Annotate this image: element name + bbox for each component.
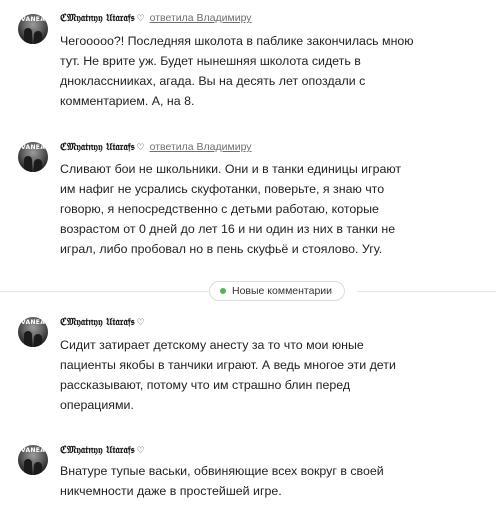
avatar[interactable]: VANEA — [18, 142, 48, 172]
new-comments-label: Новые комментарии — [232, 285, 333, 297]
avatar-figure — [34, 462, 42, 475]
avatar-tag: VANEA — [21, 16, 46, 23]
comment-header: ℭ𝔐𝔶𝔞𝔱𝔫𝔶𝔶 𝔘𝔱𝔞𝔯𝔞𝔣𝔰 ♡ ответила Владимиру — [60, 139, 252, 155]
comment-line: пациенты якобы в танчики играют. А ведь … — [60, 358, 396, 372]
comment-line: комментарием. А, на 8. — [60, 94, 195, 108]
comment-text: Чегооооо?! Последняя школота в паблике з… — [60, 31, 480, 111]
avatar-figure — [24, 459, 32, 475]
comment-line: Внатуре тупые васьки, обвиняющие всех во… — [60, 464, 384, 478]
comment-line: им нафиг не усрались скуфотанки, поверьт… — [60, 182, 385, 196]
author-name[interactable]: ℭ𝔐𝔶𝔞𝔱𝔫𝔶𝔶 𝔘𝔱𝔞𝔯𝔞𝔣𝔰 — [60, 13, 135, 24]
new-indicator-dot — [220, 288, 226, 294]
comment-header: ℭ𝔐𝔶𝔞𝔱𝔫𝔶𝔶 𝔘𝔱𝔞𝔯𝔞𝔣𝔰 ♡ — [60, 442, 147, 458]
avatar-tag: VANEA — [21, 144, 46, 151]
reply-to-link[interactable]: ответила Владимиру — [150, 141, 252, 153]
heart-icon: ♡ — [136, 141, 145, 152]
avatar[interactable]: VANEA — [18, 317, 48, 347]
comment-line: возрастом от 0 дней до лет 16 и ни один … — [60, 222, 396, 236]
avatar-figure — [34, 31, 42, 44]
avatar-tag: VANEA — [21, 447, 46, 454]
avatar[interactable]: VANEA — [18, 14, 48, 44]
comment-header: ℭ𝔐𝔶𝔞𝔱𝔫𝔶𝔶 𝔘𝔱𝔞𝔯𝔞𝔣𝔰 ♡ — [60, 314, 147, 330]
avatar-tag: VANEA — [21, 319, 46, 326]
comment-line: говорю, я непосредственно с детьми работ… — [60, 202, 379, 216]
avatar-figure — [34, 334, 42, 347]
comment-line: рассказывают, потому что им страшно блин… — [60, 378, 351, 392]
comment-line: никчемности даже в простейшей игре. — [60, 484, 282, 498]
avatar-figure — [24, 156, 32, 172]
comment-text: Внатуре тупые васьки, обвиняющие всех во… — [60, 461, 480, 501]
heart-icon: ♡ — [136, 12, 145, 23]
comment-line: Сидит затирает детскому анесту за то что… — [60, 338, 364, 352]
comment-line: Сливают бои не школьники. Они и в танки … — [60, 162, 402, 176]
comment-line: днокласснииках, агада. Вы на десять лет … — [60, 74, 366, 88]
new-comments-pill[interactable]: Новые комментарии — [209, 281, 346, 301]
heart-icon: ♡ — [136, 444, 145, 455]
author-name[interactable]: ℭ𝔐𝔶𝔞𝔱𝔫𝔶𝔶 𝔘𝔱𝔞𝔯𝔞𝔣𝔰 — [60, 142, 135, 153]
reply-to-link[interactable]: ответила Владимиру — [150, 12, 252, 24]
comment-line: Чегооооо?! Последняя школота в паблике з… — [60, 34, 414, 48]
avatar-figure — [24, 331, 32, 347]
comment-text: Сливают бои не школьники. Они и в танки … — [60, 159, 480, 259]
comment-line: играл, либо пробовал но в пень скуфьё и … — [60, 242, 383, 256]
divider-line — [0, 291, 209, 292]
comment-line: тут. Не врите уж. Будет нынешняя школота… — [60, 54, 361, 68]
comment-line: операциями. — [60, 398, 134, 412]
comment-header: ℭ𝔐𝔶𝔞𝔱𝔫𝔶𝔶 𝔘𝔱𝔞𝔯𝔞𝔣𝔰 ♡ ответила Владимиру — [60, 10, 252, 26]
author-name[interactable]: ℭ𝔐𝔶𝔞𝔱𝔫𝔶𝔶 𝔘𝔱𝔞𝔯𝔞𝔣𝔰 — [60, 445, 135, 456]
divider-line — [357, 291, 496, 292]
avatar-figure — [34, 159, 42, 172]
author-name[interactable]: ℭ𝔐𝔶𝔞𝔱𝔫𝔶𝔶 𝔘𝔱𝔞𝔯𝔞𝔣𝔰 — [60, 317, 135, 328]
new-comments-divider: Новые комментарии — [0, 281, 496, 301]
avatar-figure — [24, 28, 32, 44]
heart-icon: ♡ — [136, 316, 145, 327]
comment-text: Сидит затирает детскому анесту за то что… — [60, 335, 480, 415]
avatar[interactable]: VANEA — [18, 445, 48, 475]
